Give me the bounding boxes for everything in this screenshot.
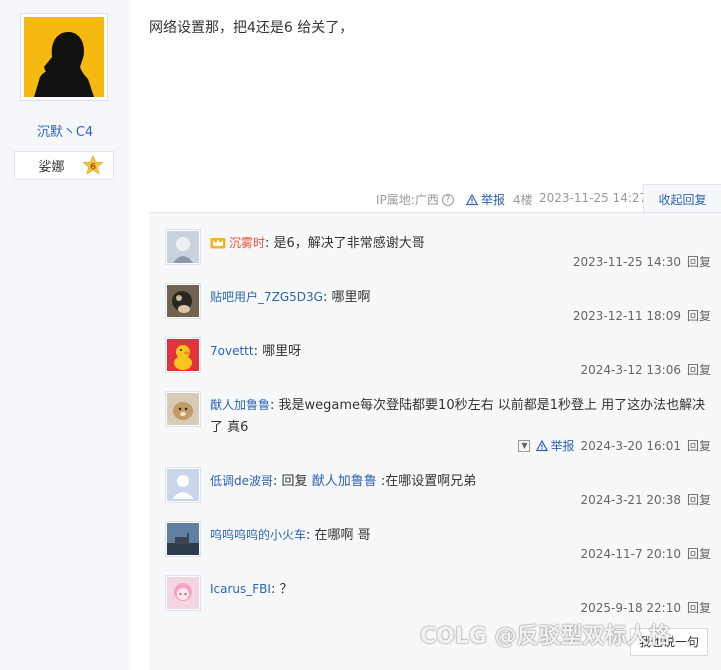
- reply-button[interactable]: 回复: [687, 491, 711, 508]
- list-item: 7ovettt: 哪里呀 2024-3-12 13:06 回复: [165, 337, 711, 377]
- list-item: 沉雾时: 是6，解决了非常感谢大哥 2023-11-25 14:30 回复: [165, 229, 711, 269]
- reply-button[interactable]: 回复: [687, 307, 711, 324]
- reply-time: 2025-9-18 22:10: [580, 600, 681, 615]
- reply-avatar[interactable]: [165, 337, 201, 373]
- report-link[interactable]: 举报: [466, 191, 505, 208]
- reply-meta: 2023-12-11 18:09 回复: [573, 307, 711, 324]
- mentioned-user[interactable]: 猷人加鲁鲁: [312, 474, 377, 489]
- dropdown-arrow-icon[interactable]: ▼: [518, 439, 531, 452]
- reply-list: 沉雾时: 是6，解决了非常感谢大哥 2023-11-25 14:30 回复 贴吧…: [149, 212, 721, 670]
- reply-button[interactable]: 回复: [687, 437, 711, 454]
- default-avatar-icon: [167, 469, 199, 501]
- author-column: 沉默丶C4 娑娜 6: [0, 0, 130, 670]
- author-avatar[interactable]: [20, 13, 108, 101]
- reply-avatar-image: [167, 285, 199, 317]
- reply-username[interactable]: 低调de波哥: [210, 474, 273, 488]
- list-item: 贴吧用户_7ZG5D3G: 哪里啊 2023-12-11 18:09 回复: [165, 283, 711, 323]
- report-label: 举报: [481, 193, 506, 207]
- reply-avatar-image: [167, 339, 199, 371]
- reply-avatar-image: [167, 393, 199, 425]
- reply-username[interactable]: 沉雾时: [229, 236, 265, 250]
- list-item: 低调de波哥: 回复 猷人加鲁鲁 :在哪设置啊兄弟 2024-3-21 20:3…: [165, 467, 711, 507]
- reply-time: 2024-11-7 20:10: [580, 546, 681, 561]
- reply-avatar-image: [167, 231, 199, 263]
- reply-time: 2024-3-12 13:06: [580, 362, 681, 377]
- reply-time: 2023-12-11 18:09: [572, 308, 681, 323]
- level-number: 6: [90, 162, 96, 172]
- reply-report-link[interactable]: 举报: [536, 437, 574, 454]
- crown-icon: [210, 238, 226, 249]
- reply-username[interactable]: 7ovettt: [210, 344, 254, 358]
- reply-time: 2024-3-21 20:38: [580, 492, 681, 507]
- reply-button[interactable]: 回复: [687, 599, 711, 616]
- reply-meta: 2025-9-18 22:10 回复: [580, 599, 711, 616]
- reply-meta: 2024-11-7 20:10 回复: [580, 545, 711, 562]
- reply-text: 我是wegame每次登陆都要10秒左右 以前都是1秒登上 用了这办法也解决了 真…: [210, 398, 706, 435]
- reply-avatar[interactable]: [165, 467, 201, 503]
- ip-location-text: IP属地:广西: [376, 193, 439, 207]
- reply-button[interactable]: 回复: [687, 545, 711, 562]
- reply-avatar-image: [167, 523, 199, 555]
- reply-text: 哪里啊: [331, 290, 371, 305]
- list-item: Icarus_FBI: ？ 2025-9-18 22:10 回复: [165, 575, 711, 615]
- reply-body: 呜呜呜呜的小火车: 在哪啊 哥: [210, 528, 371, 543]
- post-content: 网络设置那，把4还是6 给关了，: [149, 20, 354, 36]
- reply-username[interactable]: 贴吧用户_7ZG5D3G: [210, 290, 323, 304]
- reply-time: 2024-3-20 16:01: [580, 438, 681, 453]
- ip-location: IP属地:广西 ?: [376, 191, 454, 208]
- reply-username[interactable]: Icarus_FBI: [210, 582, 271, 596]
- help-icon[interactable]: ?: [441, 193, 454, 206]
- list-item: 呜呜呜呜的小火车: 在哪啊 哥 2024-11-7 20:10 回复: [165, 521, 711, 561]
- author-name[interactable]: 沉默丶C4: [0, 121, 130, 140]
- reply-report-label: 举报: [550, 439, 575, 453]
- list-item: 猷人加鲁鲁: 我是wegame每次登陆都要10秒左右 以前都是1秒登上 用了这办…: [165, 391, 711, 457]
- reply-text: :在哪设置啊兄弟: [380, 474, 477, 489]
- reply-prefix: 回复: [281, 474, 308, 489]
- reply-body: Icarus_FBI: ？: [210, 582, 293, 597]
- reply-body: 猷人加鲁鲁: 我是wegame每次登陆都要10秒左右 以前都是1秒登上 用了这办…: [210, 398, 706, 435]
- warning-icon: [466, 193, 478, 205]
- reply-button[interactable]: 回复: [687, 361, 711, 378]
- reply-avatar[interactable]: [165, 391, 201, 427]
- floor-number: 4楼: [513, 193, 533, 207]
- reply-body: 7ovettt: 哪里呀: [210, 344, 302, 359]
- reply-body: 贴吧用户_7ZG5D3G: 哪里啊: [210, 290, 371, 305]
- reply-username[interactable]: 猷人加鲁鲁: [210, 398, 270, 412]
- author-avatar-image: [24, 17, 104, 97]
- level-name: 娑娜: [38, 160, 65, 175]
- reply-body: 低调de波哥: 回复 猷人加鲁鲁 :在哪设置啊兄弟: [210, 474, 477, 489]
- warning-icon: [536, 439, 549, 451]
- watermark: COLG @反驳型双标人格: [420, 624, 671, 649]
- reply-text: 是6，解决了非常感谢大哥: [273, 236, 425, 251]
- reply-meta: 2024-3-12 13:06 回复: [580, 361, 711, 378]
- reply-meta: ▼ 举报 2024-3-20 16:01 回复: [518, 437, 711, 454]
- level-star-icon: 6: [82, 154, 104, 175]
- reply-body: 沉雾时: 是6，解决了非常感谢大哥: [210, 232, 710, 255]
- reply-text: 在哪啊 哥: [314, 528, 371, 543]
- post-time: 2023-11-25 14:27: [539, 191, 648, 205]
- reply-text: 哪里呀: [262, 344, 302, 359]
- reply-avatar[interactable]: [165, 283, 201, 319]
- collapse-replies-button[interactable]: 收起回复: [643, 184, 721, 214]
- reply-username[interactable]: 呜呜呜呜的小火车: [210, 528, 306, 542]
- reply-avatar-image: [167, 577, 199, 609]
- reply-text: ？: [279, 582, 293, 597]
- reply-meta: 2024-3-21 20:38 回复: [580, 491, 711, 508]
- reply-avatar[interactable]: [165, 575, 201, 611]
- reply-time: 2023-11-25 14:30: [572, 254, 681, 269]
- level-badge-box[interactable]: 娑娜 6: [14, 151, 114, 180]
- reply-button[interactable]: 回复: [687, 253, 711, 270]
- reply-avatar[interactable]: [165, 229, 201, 265]
- reply-avatar[interactable]: [165, 521, 201, 557]
- reply-meta: 2023-11-25 14:30 回复: [573, 253, 711, 270]
